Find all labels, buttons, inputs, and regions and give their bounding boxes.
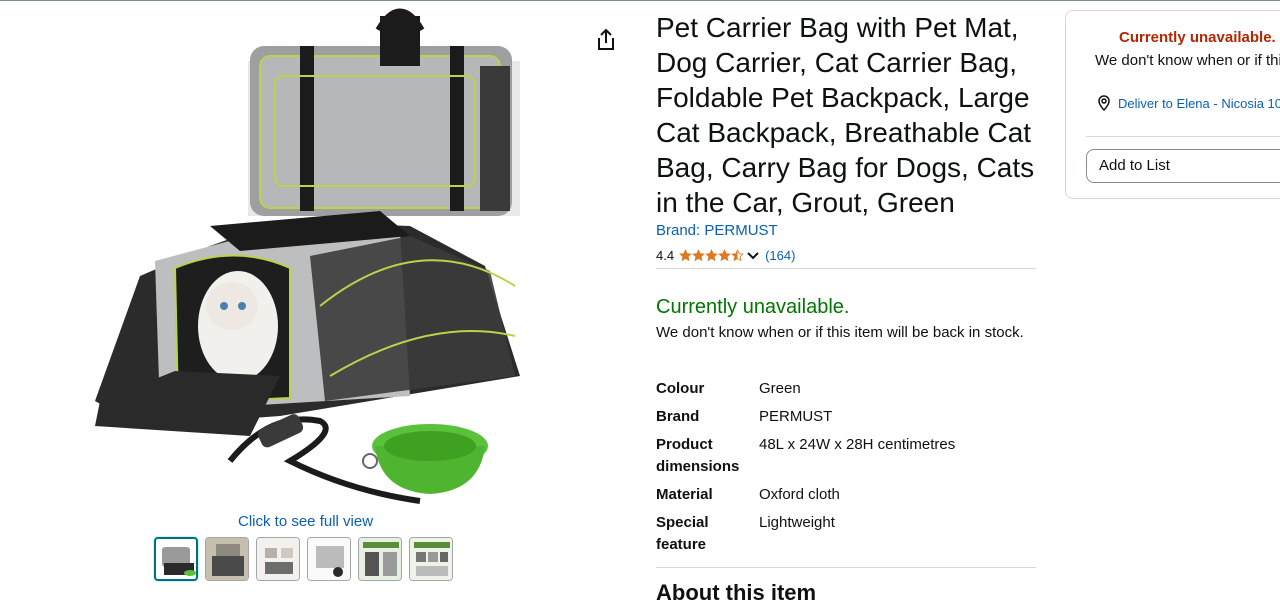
star-rating-icon[interactable] — [679, 249, 744, 262]
see-full-view-link[interactable]: Click to see full view — [238, 513, 373, 530]
buy-box: Currently unavailable. We don't know whe… — [1065, 10, 1280, 199]
spec-value: 48L x 24W x 28H centimetres — [759, 436, 956, 453]
product-specs-table: Colour Green Brand PERMUST Product dimen… — [656, 378, 1036, 562]
add-to-list-button[interactable]: Add to List — [1086, 149, 1280, 183]
top-border — [0, 0, 1280, 1]
spec-row-material: Material Oxford cloth — [656, 484, 1036, 506]
thumbnail-4[interactable] — [307, 537, 351, 581]
buybox-note: We don't know when or if this item will … — [1095, 52, 1280, 69]
spec-row-colour: Colour Green — [656, 378, 1036, 400]
spec-label: Special feature — [656, 514, 709, 553]
thumbnail-6[interactable] — [409, 537, 453, 581]
divider — [656, 567, 1036, 568]
product-title: Pet Carrier Bag with Pet Mat, Dog Carrie… — [656, 12, 1035, 218]
deliver-to-text: Deliver to Elena - Nicosia 1010 — [1118, 95, 1280, 111]
location-pin-icon — [1098, 95, 1110, 111]
divider — [656, 268, 1036, 269]
star-icon — [679, 249, 692, 262]
brand-link[interactable]: Brand: PERMUST — [656, 222, 778, 239]
availability-status: Currently unavailable. — [656, 296, 850, 318]
deliver-to-link[interactable]: Deliver to Elena - Nicosia 1010 — [1098, 95, 1280, 111]
spec-label: Brand — [656, 408, 700, 425]
spec-value: Oxford cloth — [759, 486, 840, 503]
spec-row-brand: Brand PERMUST — [656, 406, 1036, 428]
spec-value: Lightweight — [759, 514, 835, 531]
divider — [1086, 136, 1280, 137]
spec-label: Colour — [656, 380, 705, 397]
thumbnail-strip — [154, 537, 453, 581]
buybox-availability: Currently unavailable. — [1119, 29, 1276, 46]
thumbnail-5[interactable] — [358, 537, 402, 581]
rating-value: 4.4 — [656, 248, 675, 263]
main-product-image[interactable] — [80, 6, 540, 512]
about-heading: About this item — [656, 580, 817, 605]
spec-value: PERMUST — [759, 408, 833, 425]
pet-carrier-illustration — [95, 8, 520, 504]
share-icon[interactable] — [594, 27, 618, 53]
thumbnail-2[interactable] — [205, 537, 249, 581]
rating-row: 4.4 (164) — [656, 248, 795, 263]
star-icon — [705, 249, 718, 262]
star-icon — [731, 249, 744, 262]
thumbnail-3[interactable] — [256, 537, 300, 581]
spec-row-special-feature: Special feature Lightweight — [656, 512, 1036, 556]
review-count-link[interactable]: (164) — [765, 248, 795, 263]
star-icon — [718, 249, 731, 262]
availability-note: We don't know when or if this item will … — [656, 324, 1024, 341]
chevron-down-icon[interactable] — [746, 249, 760, 263]
thumbnail-1[interactable] — [154, 537, 198, 581]
spec-label: Material — [656, 486, 713, 503]
spec-label: Product dimensions — [656, 436, 740, 475]
spec-value: Green — [759, 380, 801, 397]
spec-row-dimensions: Product dimensions 48L x 24W x 28H centi… — [656, 434, 1036, 478]
star-icon — [692, 249, 705, 262]
